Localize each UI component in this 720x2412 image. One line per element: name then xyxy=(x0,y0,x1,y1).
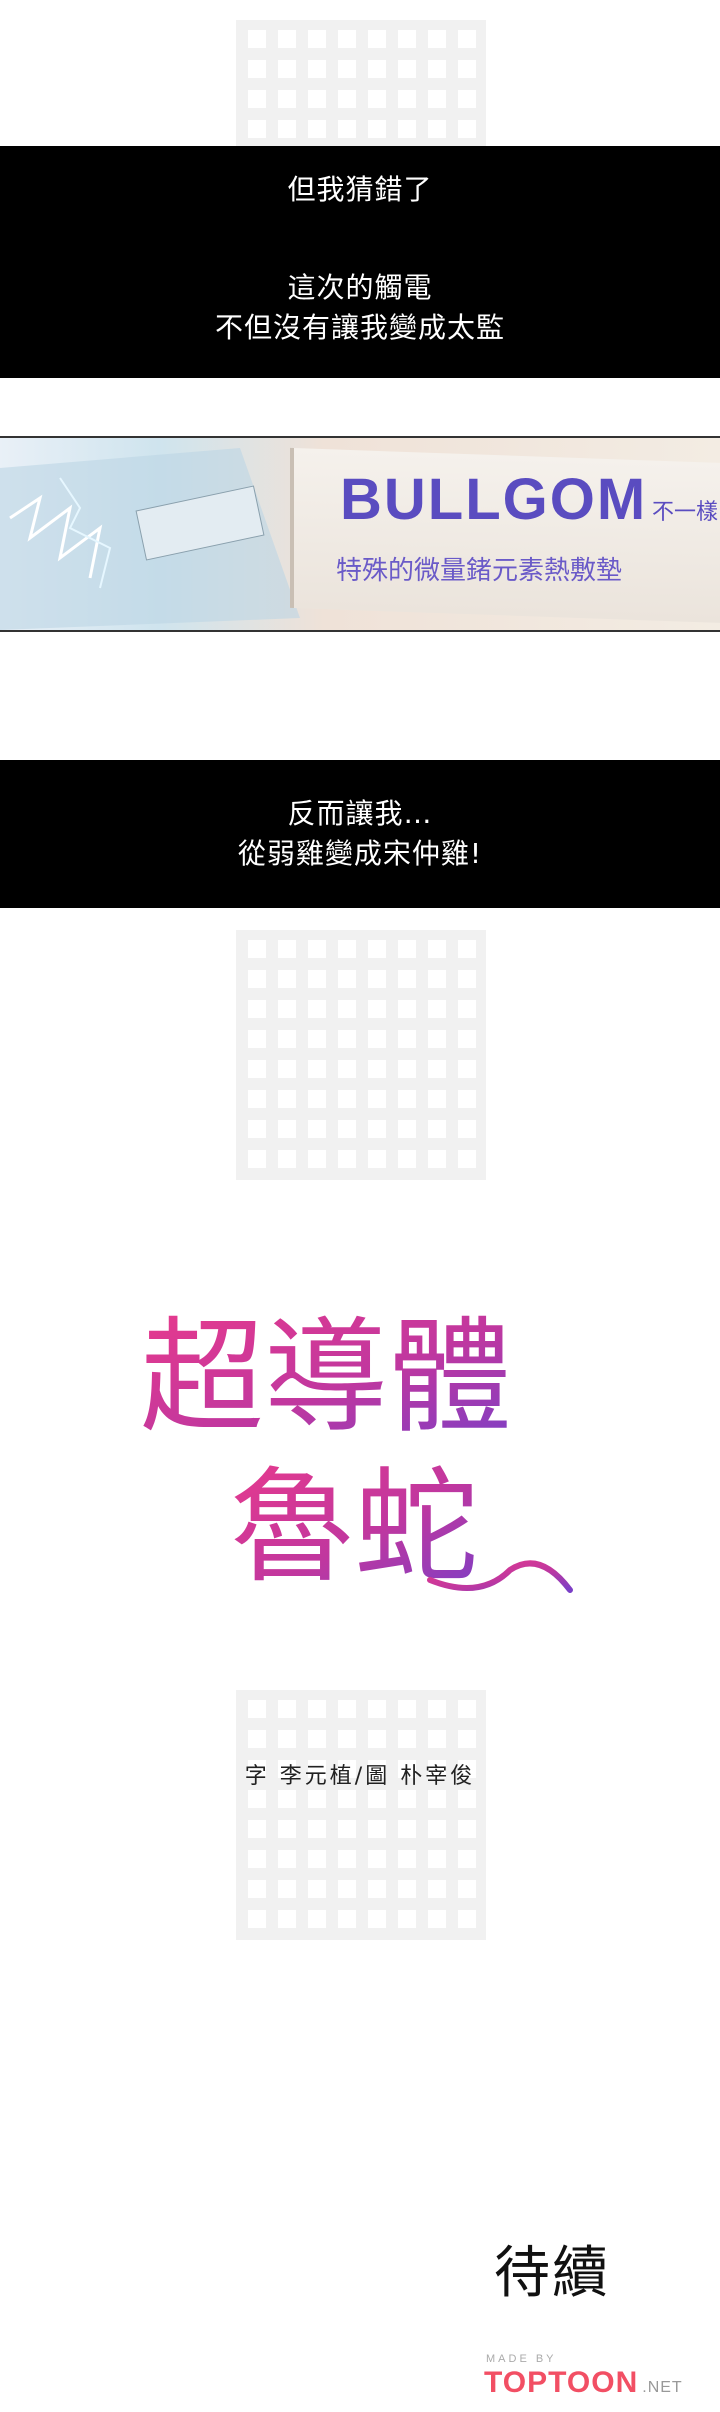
sign-brand: BULLGOM xyxy=(340,467,648,532)
watermark xyxy=(236,1690,486,1940)
caption-line: 但我猜錯了 xyxy=(287,173,433,206)
caption-line: 從弱雞變成宋仲雞! xyxy=(237,837,483,870)
caption-line: 反而讓我… xyxy=(287,797,433,830)
made-by-label: MADE BY xyxy=(486,2353,557,2365)
sign-subtitle: 特殊的微量鍺元素熱敷墊 xyxy=(336,556,623,586)
to-be-continued: 待續 xyxy=(494,2241,610,2306)
caption-box: 反而讓我… 從弱雞變成宋仲雞! xyxy=(0,760,720,908)
sign-brand-suffix: 不一樣 xyxy=(652,500,719,525)
title-line: 魯蛇 xyxy=(230,1456,478,1600)
caption-line: 這次的觸電 xyxy=(287,271,433,304)
credits: 字 李元植/圖 朴宰俊 xyxy=(244,1764,476,1789)
toptoon-logo: TOPTOON .NET xyxy=(484,2366,683,2400)
series-title-logo: 超導體 魯蛇 xyxy=(140,1306,573,1600)
toptoon-brand: TOPTOON xyxy=(484,2366,639,2399)
caption-line: 不但沒有讓我變成太監 xyxy=(214,311,505,344)
caption-box: 但我猜錯了 這次的觸電 不但沒有讓我變成太監 xyxy=(0,146,720,378)
comic-panel: BULLGOM 不一樣 特殊的微量鍺元素熱敷墊 xyxy=(0,436,720,632)
toptoon-tld: .NET xyxy=(642,2379,683,2396)
watermark xyxy=(236,930,486,1180)
title-line: 超導體 xyxy=(140,1306,512,1450)
